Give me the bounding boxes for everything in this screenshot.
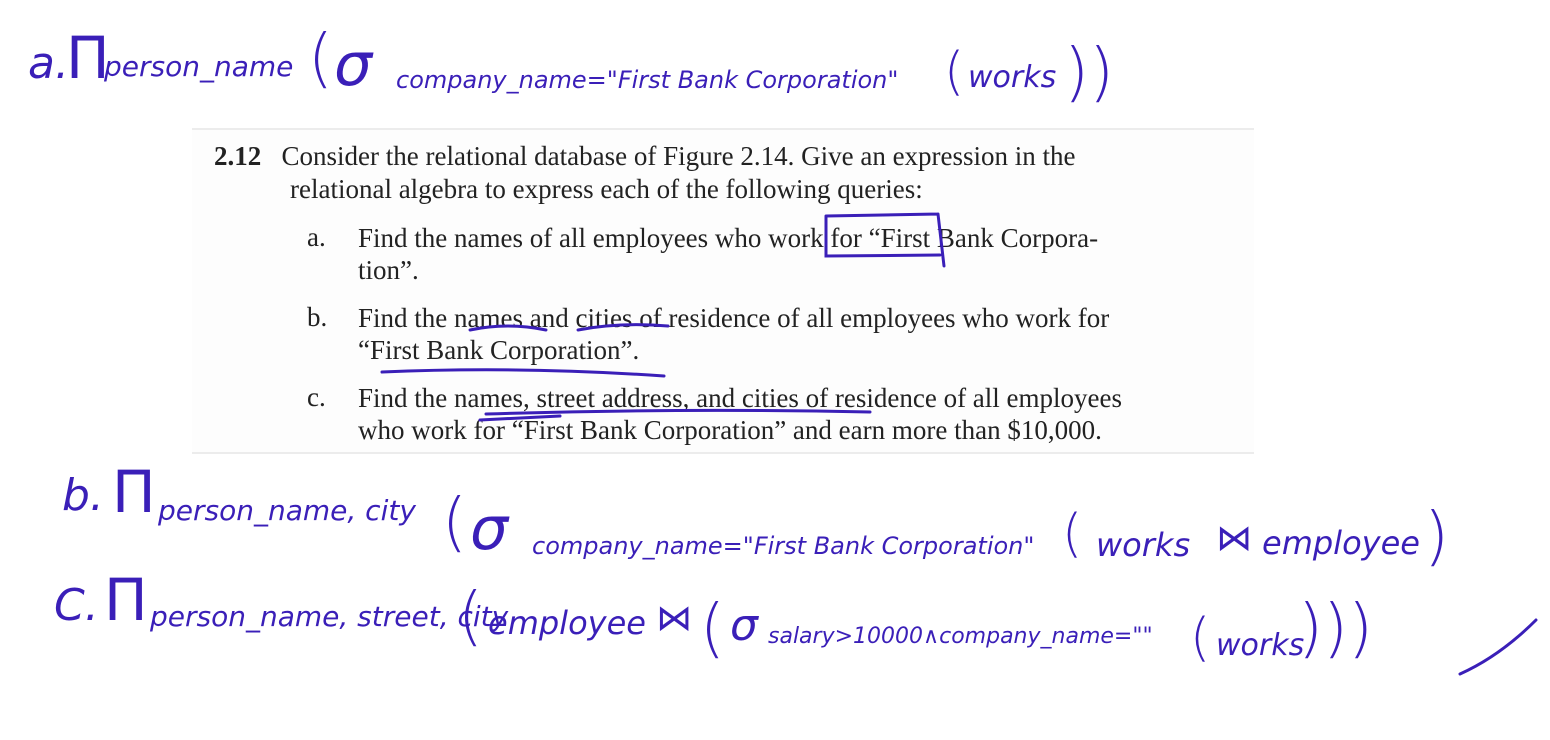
sigma-subscript: company_name="First Bank Corporation" bbox=[532, 532, 1035, 560]
open-paren: ( bbox=[442, 486, 467, 560]
open-paren: ( bbox=[700, 592, 725, 666]
pi-symbol: Π bbox=[104, 566, 148, 634]
answer-c-label: C. bbox=[54, 580, 99, 631]
open-paren: ( bbox=[458, 580, 483, 654]
relation-name-2: works bbox=[1216, 628, 1305, 663]
underline-first-bank bbox=[380, 368, 666, 378]
relation-name-2: employee bbox=[1262, 524, 1420, 562]
close-paren: ) bbox=[1424, 500, 1449, 574]
natural-join-icon: ⋈ bbox=[1216, 518, 1252, 559]
sigma-symbol: σ bbox=[730, 600, 758, 651]
underline-cities bbox=[576, 323, 670, 332]
pi-subscript: person_name, street, city bbox=[150, 600, 509, 633]
answer-b-label: b. bbox=[62, 470, 104, 521]
relation-name: works bbox=[1096, 526, 1191, 564]
underline-names-street-cities bbox=[484, 408, 872, 416]
answer-b-tail-stroke bbox=[1458, 618, 1538, 676]
box-around-work-for bbox=[824, 212, 946, 268]
underline-names bbox=[468, 324, 548, 332]
sigma-symbol: σ bbox=[470, 494, 509, 564]
sigma-subscript: salary>10000∧company_name="" bbox=[768, 624, 1153, 649]
pi-symbol: Π bbox=[112, 458, 156, 526]
pi-subscript: person_name, city bbox=[158, 494, 416, 527]
open-paren: ( bbox=[1062, 504, 1083, 564]
underline-partial bbox=[478, 414, 562, 422]
natural-join-icon: ⋈ bbox=[656, 598, 692, 639]
close-paren: ))) bbox=[1298, 592, 1373, 666]
open-paren: ( bbox=[1190, 608, 1211, 668]
relation-name: employee bbox=[488, 604, 646, 642]
